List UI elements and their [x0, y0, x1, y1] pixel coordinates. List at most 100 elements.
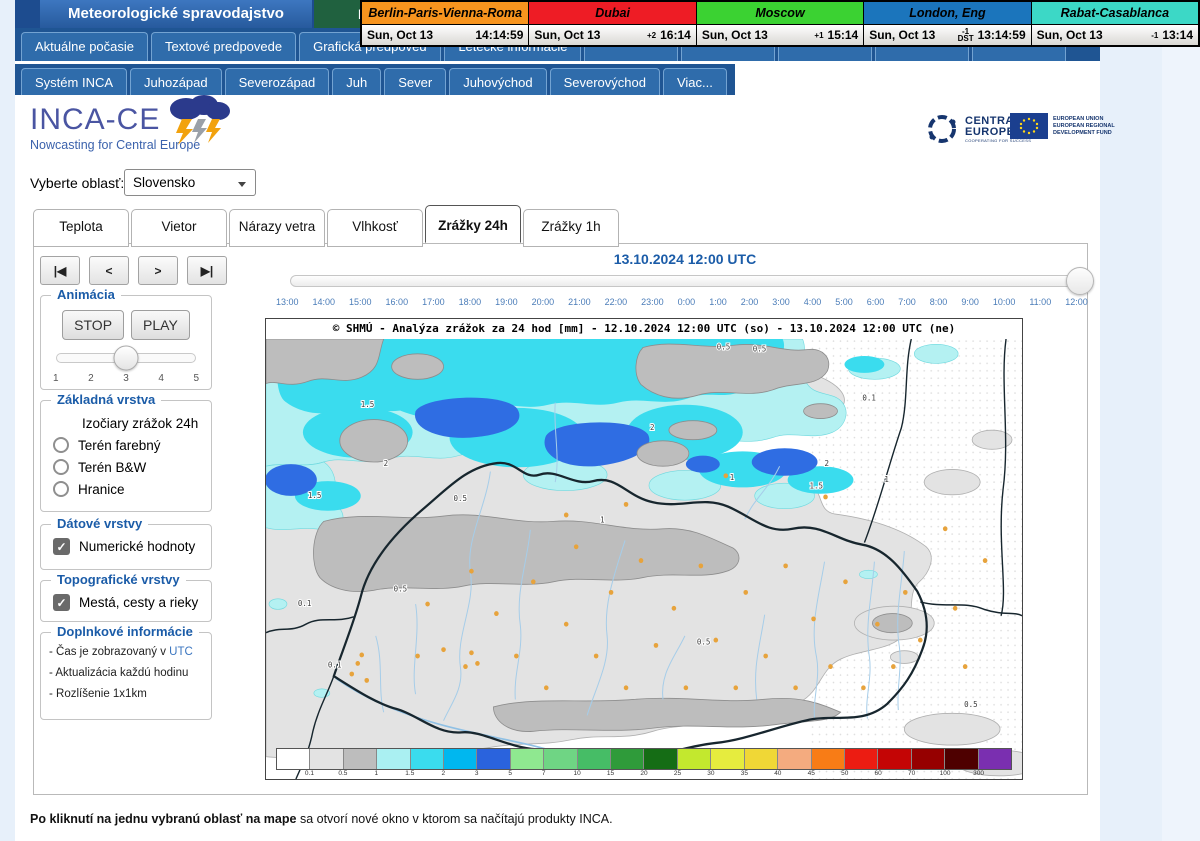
contour-label: 1 [884, 475, 889, 484]
clock-time-row: Sun, Oct 13-1DST13:14:59 [864, 25, 1030, 45]
city-marker [699, 563, 704, 568]
city-marker [743, 590, 748, 595]
timeline-tick: 0:00 [678, 297, 696, 307]
region-select[interactable]: Slovensko [124, 169, 256, 196]
city-marker [943, 526, 948, 531]
clock-time: 15:14 [828, 28, 859, 42]
speed-label: 3 [123, 373, 129, 384]
inca-nav-tab-6[interactable]: Juhovýchod [449, 68, 546, 95]
scale-color-cell [778, 749, 811, 769]
nav-tab-2[interactable]: Textové predpovede [151, 32, 296, 61]
play-button[interactable]: PLAY [131, 310, 190, 340]
inca-nav-tab-4[interactable]: Juh [332, 68, 381, 95]
scale-value-label: 35 [741, 770, 748, 777]
footer-note-bold: Po kliknutí na jednu vybranú oblasť na m… [30, 812, 296, 826]
product-tabs: TeplotaVietorNárazy vetraVlhkosťZrážky 2… [33, 209, 621, 247]
region-select-label: Vyberte oblasť: [30, 175, 124, 191]
skip-last-button[interactable]: ▶| [187, 256, 227, 285]
city-marker [654, 643, 659, 648]
timeline-tick: 12:00 [1065, 297, 1088, 307]
scale-color-cell [945, 749, 978, 769]
inca-nav-tab-1[interactable]: Systém INCA [21, 68, 127, 95]
tab-teplota[interactable]: Teplota [33, 209, 129, 247]
base-layer-option[interactable]: Hranice [53, 481, 211, 497]
base-layer-option[interactable]: Izočiary zrážok 24h [53, 415, 211, 431]
city-marker [672, 606, 677, 611]
clock-time: 13:14 [1162, 28, 1193, 42]
timeline-tick: 10:00 [993, 297, 1016, 307]
radio-icon[interactable] [53, 437, 69, 453]
clock-dst-flag: DST [958, 34, 974, 43]
checkbox-icon[interactable]: ✓ [53, 594, 70, 611]
data-layer-option[interactable]: ✓Numerické hodnoty [53, 538, 211, 555]
base-layer-option[interactable]: Terén farebný [53, 437, 211, 453]
precipitation-map[interactable]: 1.521.520.510.511.50.10.50.10.50.50.10.5… [266, 339, 1022, 779]
clock-offset-value: -1 [1151, 32, 1158, 39]
inca-nav-tab-3[interactable]: Severozápad [225, 68, 330, 95]
clock-utc-offset: +1 [814, 32, 823, 39]
inca-nav-tab-2[interactable]: Juhozápad [130, 68, 222, 95]
scale-value-label: 50 [841, 770, 848, 777]
city-marker [364, 678, 369, 683]
radio-icon[interactable] [53, 459, 69, 475]
clock-offset-value: +2 [647, 32, 656, 39]
timeline-tick: 1:00 [709, 297, 727, 307]
inca-nav-tab-7[interactable]: Severovýchod [550, 68, 660, 95]
base-layer-option-label: Izočiary zrážok 24h [82, 416, 198, 431]
base-layer-option-label: Hranice [78, 482, 125, 497]
step-back-button[interactable]: < [89, 256, 129, 285]
base-layer-option[interactable]: Terén B&W [53, 459, 211, 475]
timeline-tick: 3:00 [772, 297, 790, 307]
precipitation-map-box[interactable]: © SHMÚ - Analýza zrážok za 24 hod [mm] -… [265, 318, 1023, 780]
scale-value-label: 40 [774, 770, 781, 777]
animation-step-controls: |◀ < > ▶| [40, 256, 227, 285]
speed-slider-handle[interactable] [114, 346, 139, 371]
radio-icon[interactable] [53, 481, 69, 497]
speed-label: 2 [88, 373, 94, 384]
city-marker [425, 602, 430, 607]
footer-note: Po kliknutí na jednu vybranú oblasť na m… [30, 812, 613, 826]
tab-vietor[interactable]: Vietor [131, 209, 227, 247]
map-title: © SHMÚ - Analýza zrážok za 24 hod [mm] -… [266, 319, 1022, 339]
scale-color-cell [377, 749, 410, 769]
timeline-slider-track[interactable] [290, 275, 1082, 287]
footer-note-rest: sa otvorí nové okno v ktorom sa načítajú… [296, 812, 612, 826]
checkbox-icon[interactable]: ✓ [53, 538, 70, 555]
inca-nav-tab-8[interactable]: Viac... [663, 68, 727, 95]
clock-city-name: Rabat-Casablanca [1032, 2, 1198, 25]
scale-value-label: 5 [508, 770, 512, 777]
timeline-tick: 8:00 [930, 297, 948, 307]
stop-button[interactable]: STOP [62, 310, 124, 340]
scale-color-cell [477, 749, 510, 769]
timeline-slider-handle[interactable] [1066, 267, 1094, 295]
step-forward-button[interactable]: > [138, 256, 178, 285]
scale-value-label: 20 [640, 770, 647, 777]
tab-n-razy-vetra[interactable]: Nárazy vetra [229, 209, 325, 247]
skip-first-button[interactable]: |◀ [40, 256, 80, 285]
clock-cell: Berlin-Paris-Vienna-RomaSun, Oct 1314:14… [362, 2, 529, 45]
clock-time: 13:14:59 [978, 28, 1026, 42]
city-marker [918, 638, 923, 643]
clock-time: 14:14:59 [475, 28, 523, 42]
inca-nav-tab-5[interactable]: Sever [384, 68, 446, 95]
nav-tab-1[interactable]: Aktuálne počasie [21, 32, 148, 61]
speed-slider-track[interactable] [56, 353, 196, 363]
tab-vlhkos-[interactable]: Vlhkosť [327, 209, 423, 247]
scale-color-cell [678, 749, 711, 769]
timeline-tick: 2:00 [741, 297, 759, 307]
contour-label: 0.1 [328, 660, 342, 669]
city-marker [594, 654, 599, 659]
scale-value-label: 15 [607, 770, 614, 777]
city-marker [441, 647, 446, 652]
city-marker [624, 685, 629, 690]
tab-zr-ky-1h[interactable]: Zrážky 1h [523, 209, 619, 247]
clock-time-row: Sun, Oct 13+216:14 [529, 25, 695, 45]
scale-color-cell [979, 749, 1011, 769]
topo-layer-option[interactable]: ✓Mestá, cesty a rieky [53, 594, 211, 611]
speed-label: 1 [53, 373, 59, 384]
site-title[interactable]: Meteorologické spravodajstvo [40, 0, 312, 28]
additional-info-legend: Doplnkové informácie [51, 624, 199, 639]
scale-value-label: 45 [808, 770, 815, 777]
utc-link[interactable]: UTC [169, 646, 193, 658]
tab-zr-ky-24h[interactable]: Zrážky 24h [425, 205, 521, 243]
